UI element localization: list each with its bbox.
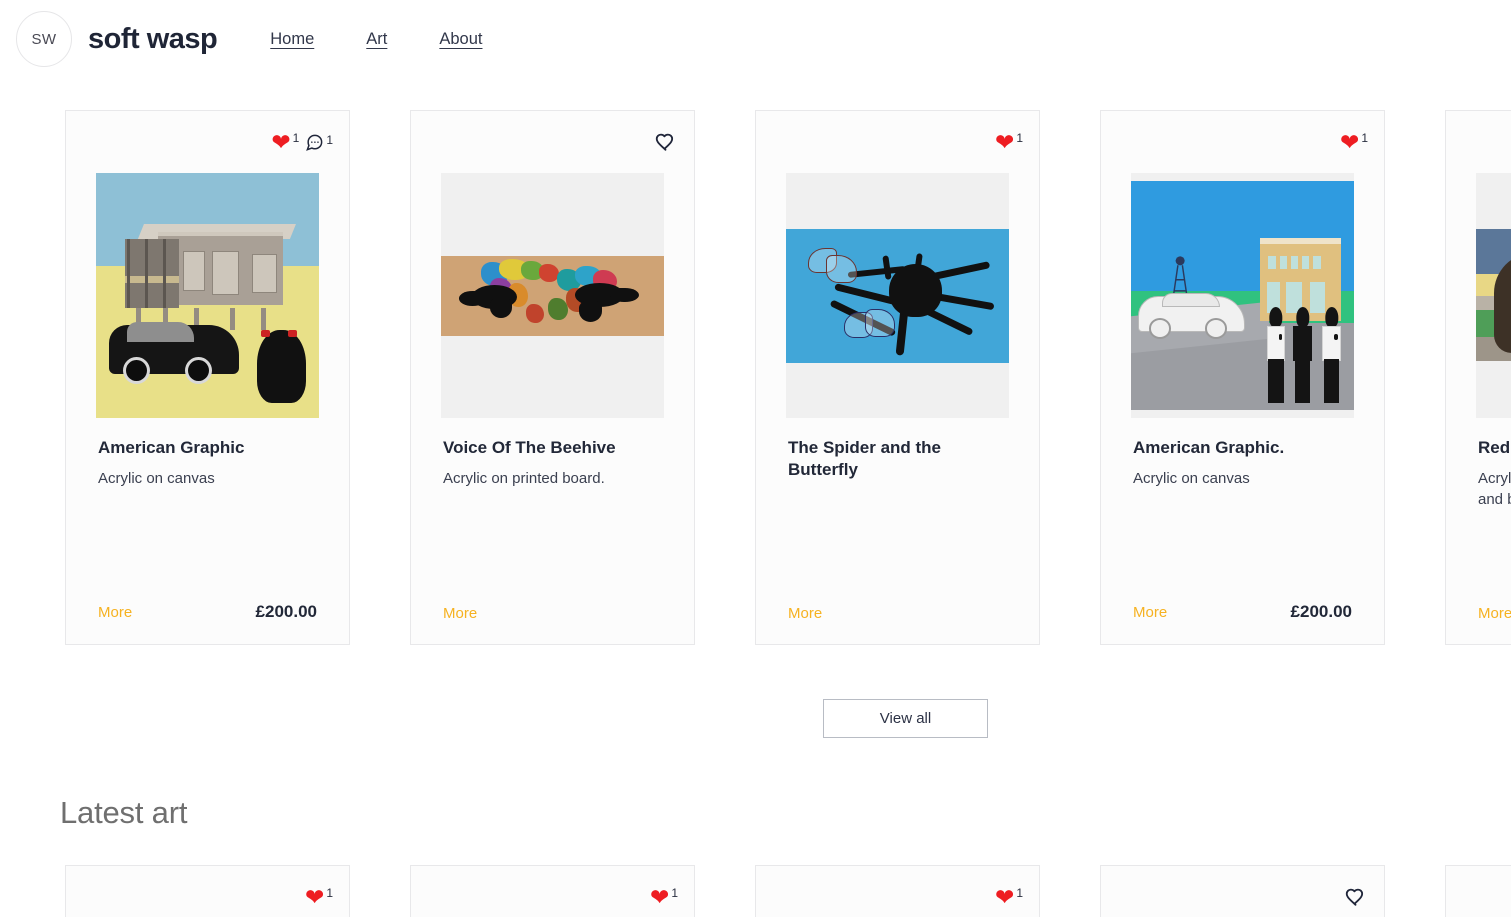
like-button[interactable]: ❤ 1: [1340, 129, 1368, 155]
site-header: SW soft wasp Home Art About: [0, 0, 1511, 78]
art-card[interactable]: ❤ 1 1 American Graphic Acrylic on canvas…: [65, 110, 350, 645]
avatar[interactable]: SW: [16, 11, 72, 67]
artwork-thumbnail[interactable]: [96, 173, 319, 418]
nav-link-home[interactable]: Home: [270, 30, 314, 49]
card-footer: More £200.00: [1101, 602, 1384, 644]
card-footer: More: [411, 605, 694, 644]
comment-count: 1: [326, 132, 333, 147]
artwork-house-car-figure: [96, 173, 319, 418]
card-price: £200.00: [255, 602, 317, 621]
more-link[interactable]: More: [788, 605, 822, 622]
art-card[interactable]: ❤ 1: [755, 865, 1040, 917]
card-price: £200.00: [1290, 602, 1352, 621]
card-footer: More: [756, 605, 1039, 644]
card-actions: ❤ 1: [66, 866, 349, 917]
heart-filled-icon: ❤: [995, 129, 1015, 155]
art-card[interactable]: Voice Of The Beehive Acrylic on printed …: [410, 110, 695, 645]
heart-filled-icon: ❤: [305, 884, 325, 910]
card-title: Voice Of The Beehive: [443, 438, 616, 457]
artwork-bees-world-map: [441, 256, 664, 336]
nav-link-about[interactable]: About: [439, 30, 482, 49]
artwork-thumbnail[interactable]: [1476, 173, 1511, 418]
more-link[interactable]: More: [443, 605, 477, 622]
like-count: 1: [326, 886, 333, 900]
art-card[interactable]: ❤ 1: [1100, 110, 1385, 645]
card-body: Red Acrylic on canvas - teenage girl and…: [1446, 418, 1511, 605]
nav-link-art[interactable]: Art: [366, 30, 387, 49]
like-button[interactable]: ❤ 1: [305, 884, 333, 910]
card-actions: [1446, 866, 1511, 917]
card-title: Red: [1478, 438, 1511, 457]
page-section-heading: Latest art: [60, 795, 188, 830]
like-button[interactable]: ❤ 1: [271, 129, 300, 155]
art-card[interactable]: ❤ 1: [65, 865, 350, 917]
card-actions: ❤ 1: [756, 111, 1039, 173]
card-actions: [1446, 111, 1511, 173]
butterfly-shape: [843, 309, 898, 347]
butterfly-shape: [806, 247, 862, 288]
art-card[interactable]: ❤ 1: [410, 865, 695, 917]
card-subtitle: Acrylic on canvas - teenage girl and boy…: [1478, 470, 1511, 508]
like-button[interactable]: [655, 132, 678, 153]
heart-outline-icon: [1345, 887, 1366, 908]
artwork-red-figure: [1476, 229, 1511, 361]
card-actions: [1101, 866, 1384, 917]
card-body: Voice Of The Beehive Acrylic on printed …: [411, 418, 694, 605]
heart-filled-icon: ❤: [650, 884, 670, 910]
like-count: 1: [1361, 131, 1368, 145]
card-actions: ❤ 1: [411, 866, 694, 917]
card-subtitle: Acrylic on canvas: [1133, 470, 1250, 487]
more-link[interactable]: More: [1478, 605, 1511, 622]
art-card[interactable]: ❤ 1: [755, 110, 1040, 645]
latest-art-grid: ❤ 1 ❤ 1 ❤ 1: [65, 865, 1511, 917]
like-count: 1: [1016, 886, 1023, 900]
artwork-police-car-building: [1131, 181, 1354, 410]
card-footer: More: [1446, 605, 1511, 644]
like-button[interactable]: [1345, 887, 1368, 908]
main-nav: Home Art About: [270, 30, 482, 49]
featured-art-grid: ❤ 1 1 American Graphic Acrylic on canvas…: [65, 110, 1511, 645]
card-body: American Graphic Acrylic on canvas: [66, 418, 349, 602]
like-button[interactable]: ❤ 1: [650, 884, 678, 910]
like-count: 1: [671, 886, 678, 900]
artwork-thumbnail[interactable]: [786, 173, 1009, 418]
comment-button[interactable]: 1: [305, 133, 333, 152]
card-subtitle: Acrylic on printed board.: [443, 470, 605, 487]
card-actions: ❤ 1 1: [66, 111, 349, 173]
artwork-thumbnail[interactable]: [1131, 173, 1354, 418]
art-card[interactable]: [1445, 865, 1511, 917]
brand-title: soft wasp: [88, 22, 218, 55]
like-button[interactable]: ❤ 1: [995, 884, 1023, 910]
artwork-spider-butterflies: [786, 229, 1009, 363]
avatar-initials: SW: [31, 30, 57, 48]
view-all-button[interactable]: View all: [823, 699, 988, 738]
card-body: The Spider and the Butterfly: [756, 418, 1039, 605]
card-title: American Graphic: [98, 438, 245, 457]
like-count: 1: [1016, 131, 1023, 145]
heart-filled-icon: ❤: [271, 129, 291, 155]
card-actions: ❤ 1: [756, 866, 1039, 917]
heart-filled-icon: ❤: [995, 884, 1015, 910]
brand-group[interactable]: SW soft wasp: [16, 11, 218, 67]
card-subtitle: Acrylic on canvas: [98, 470, 215, 487]
like-count: 1: [292, 131, 300, 145]
card-title: American Graphic.: [1133, 438, 1285, 457]
comment-bubble-icon: [305, 133, 324, 152]
card-actions: [411, 111, 694, 173]
heart-outline-icon: [655, 132, 676, 153]
like-button[interactable]: ❤ 1: [995, 129, 1023, 155]
heart-filled-icon: ❤: [1340, 129, 1360, 155]
card-footer: More £200.00: [66, 602, 349, 644]
art-card[interactable]: Red Acrylic on canvas - teenage girl and…: [1445, 110, 1511, 645]
card-actions: ❤ 1: [1101, 111, 1384, 173]
card-body: American Graphic. Acrylic on canvas: [1101, 418, 1384, 602]
more-link[interactable]: More: [1133, 604, 1167, 621]
art-card[interactable]: [1100, 865, 1385, 917]
card-title: The Spider and the Butterfly: [788, 438, 942, 479]
artwork-thumbnail[interactable]: [441, 173, 664, 418]
more-link[interactable]: More: [98, 604, 132, 621]
